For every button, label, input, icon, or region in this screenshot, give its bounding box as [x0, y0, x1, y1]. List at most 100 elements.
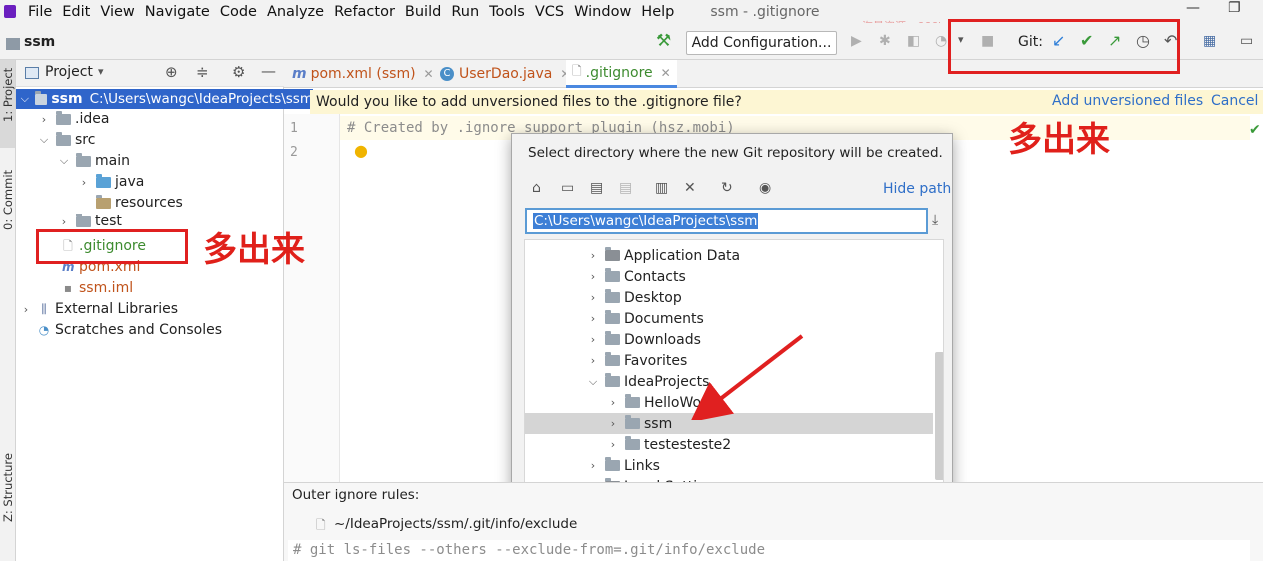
settings-gear-icon[interactable]: ⚙: [232, 63, 245, 81]
coverage-icon[interactable]: ◧: [907, 33, 920, 49]
chevron-right-icon[interactable]: ›: [587, 291, 599, 304]
module-dir-icon[interactable]: ▤: [619, 180, 632, 196]
tree-root-name: ssm: [51, 91, 83, 107]
add-unversioned-files-link[interactable]: Add unversioned files: [1052, 93, 1203, 109]
module-folder-icon: [35, 90, 48, 105]
tree-root-path: C:\Users\wangc\IdeaProjects\ssm: [89, 91, 313, 107]
chevron-right-icon[interactable]: ›: [587, 333, 599, 346]
folder-icon: [56, 131, 71, 146]
menu-navigate[interactable]: Navigate: [141, 4, 216, 20]
show-hidden-icon[interactable]: ◉: [759, 180, 771, 196]
chevron-right-icon[interactable]: ›: [20, 303, 32, 316]
dir-item[interactable]: › Desktop: [525, 287, 933, 308]
new-folder-icon[interactable]: ▥: [655, 180, 668, 196]
chevron-right-icon[interactable]: ›: [38, 113, 50, 126]
dir-item[interactable]: › Application Data: [525, 245, 933, 266]
download-path-icon[interactable]: ⤓: [932, 212, 938, 228]
tree-item-external-libraries[interactable]: › ⫼ External Libraries: [20, 299, 178, 319]
chevron-right-icon[interactable]: ›: [607, 438, 619, 451]
project-structure-icon[interactable]: ▦: [1203, 33, 1216, 49]
menu-build[interactable]: Build: [401, 4, 447, 20]
tab-gitignore[interactable]: 🗋 .gitignore ✕: [566, 60, 677, 88]
outer-rules-file[interactable]: ~/IdeaProjects/ssm/.git/info/exclude: [334, 516, 577, 532]
run-icon[interactable]: ▶: [851, 33, 862, 49]
chevron-right-icon[interactable]: ›: [607, 396, 619, 409]
project-dir-icon[interactable]: ▤: [590, 180, 603, 196]
desktop-icon[interactable]: ▭: [561, 180, 574, 196]
hide-panel-icon[interactable]: —: [261, 62, 276, 80]
dir-item[interactable]: › Links: [525, 455, 933, 476]
chevron-down-icon[interactable]: ⌵: [587, 375, 599, 389]
restore-icon[interactable]: ❐: [1228, 0, 1241, 16]
delete-icon[interactable]: ✕: [684, 180, 696, 196]
menu-file[interactable]: File: [24, 4, 58, 20]
project-panel-header: Project ▾ ⊕ ≑ ⚙ —: [16, 60, 284, 87]
tree-item-src[interactable]: ⌵ src: [38, 130, 95, 150]
tab-pom-xml[interactable]: m pom.xml (ssm) ✕: [292, 60, 434, 88]
dir-item[interactable]: › testesteste2: [525, 434, 933, 455]
chevron-right-icon[interactable]: ›: [58, 215, 70, 228]
presentation-icon[interactable]: ▭: [1240, 33, 1253, 49]
build-hammer-icon[interactable]: ⚒: [656, 31, 671, 51]
refresh-icon[interactable]: ↻: [721, 180, 733, 196]
tree-item-scratches[interactable]: ◔ Scratches and Consoles: [38, 320, 222, 340]
directory-path-input[interactable]: C:\Users\wangc\IdeaProjects\ssm: [525, 208, 928, 234]
menu-tools[interactable]: Tools: [485, 4, 531, 20]
banner-cancel-link[interactable]: Cancel: [1211, 93, 1258, 109]
menu-window[interactable]: Window: [570, 4, 637, 20]
chevron-right-icon[interactable]: ›: [607, 417, 619, 430]
project-view-dropdown-icon[interactable]: ▾: [98, 65, 104, 78]
annotation-box-git-toolbar: [948, 19, 1180, 74]
tree-item-java[interactable]: › java: [78, 172, 144, 192]
close-tab-icon[interactable]: ✕: [661, 66, 671, 80]
menu-help[interactable]: Help: [637, 4, 680, 20]
chevron-right-icon[interactable]: ›: [587, 354, 599, 367]
chevron-right-icon[interactable]: ›: [587, 270, 599, 283]
tree-item-main[interactable]: ⌵ main: [58, 151, 130, 171]
tree-item-resources[interactable]: resources: [96, 193, 183, 213]
commit-tool-tab[interactable]: 0: Commit: [1, 170, 15, 230]
hide-path-link[interactable]: Hide path: [883, 181, 951, 197]
chevron-right-icon[interactable]: ›: [587, 249, 599, 262]
menu-code[interactable]: Code: [216, 4, 263, 20]
home-icon[interactable]: ⌂: [532, 180, 541, 196]
menu-vcs[interactable]: VCS: [531, 4, 570, 20]
profile-icon[interactable]: ◔: [935, 33, 947, 49]
tab-userdao-java[interactable]: C UserDao.java ✕: [440, 60, 570, 88]
tree-item-label: Scratches and Consoles: [55, 322, 222, 338]
project-panel-title[interactable]: Project: [45, 64, 93, 80]
locate-icon[interactable]: ⊕: [165, 63, 178, 81]
chevron-down-icon[interactable]: ⌵: [38, 133, 50, 147]
folder-icon: [605, 310, 620, 324]
chevron-down-icon[interactable]: ⌵: [58, 154, 70, 168]
tree-item-ssm-iml[interactable]: ▪ ssm.iml: [62, 278, 133, 298]
debug-icon[interactable]: ✱: [879, 33, 891, 49]
intention-bulb-icon[interactable]: ●: [354, 141, 368, 160]
inspection-ok-icon: ✔: [1249, 122, 1261, 138]
project-breadcrumb[interactable]: ssm: [24, 34, 55, 50]
add-configuration-button[interactable]: Add Configuration...: [686, 31, 837, 55]
menu-analyze[interactable]: Analyze: [263, 4, 330, 20]
dir-item[interactable]: › Contacts: [525, 266, 933, 287]
chevron-right-icon[interactable]: ›: [587, 312, 599, 325]
project-tool-tab[interactable]: 1: Project: [1, 68, 15, 122]
tab-label: .gitignore: [585, 64, 653, 81]
minimize-icon[interactable]: —: [1186, 0, 1200, 16]
tree-item-test[interactable]: › test: [58, 214, 122, 228]
close-tab-icon[interactable]: ✕: [424, 67, 434, 81]
menu-run[interactable]: Run: [447, 4, 485, 20]
menu-refactor[interactable]: Refactor: [330, 4, 401, 20]
tree-scrollbar[interactable]: [935, 352, 943, 480]
collapse-all-icon[interactable]: ≑: [196, 63, 209, 81]
select-git-directory-dialog: Select directory where the new Git repos…: [511, 133, 953, 497]
structure-tool-tab[interactable]: Z: Structure: [1, 453, 15, 522]
dir-item[interactable]: › Documents: [525, 308, 933, 329]
chevron-right-icon[interactable]: ›: [587, 459, 599, 472]
dir-item-label: Favorites: [624, 352, 688, 369]
tree-root-ssm[interactable]: ⌵ ssm C:\Users\wangc\IdeaProjects\ssm: [16, 89, 313, 109]
chevron-right-icon[interactable]: ›: [78, 176, 90, 189]
menu-edit[interactable]: Edit: [58, 4, 96, 20]
menu-view[interactable]: View: [96, 4, 140, 20]
tree-item-idea[interactable]: › .idea: [38, 109, 109, 129]
chevron-down-icon[interactable]: ⌵: [20, 92, 29, 106]
